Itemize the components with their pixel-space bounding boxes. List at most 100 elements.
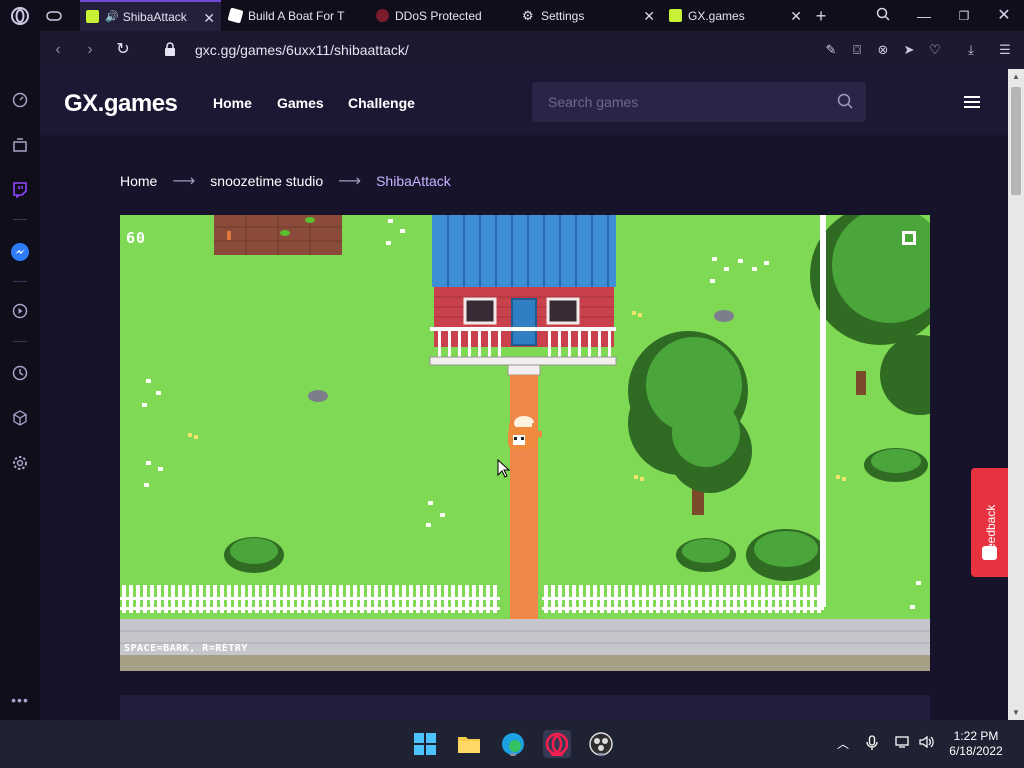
fence-picket (325, 585, 329, 613)
snapshot-camera-icon[interactable]: ⌼ (848, 41, 866, 59)
settings-gear-icon[interactable] (8, 451, 32, 475)
easy-setup-icon[interactable]: ☰ (996, 41, 1014, 59)
scroll-up-icon[interactable]: ▲ (1012, 72, 1020, 81)
player-icon[interactable] (8, 299, 32, 323)
nav-home[interactable]: Home (213, 95, 252, 111)
adblock-icon[interactable]: ⊗ (874, 41, 892, 59)
network-icon[interactable] (894, 735, 912, 753)
close-window-icon[interactable]: ✕ (994, 6, 1014, 26)
fence-picket (297, 585, 301, 613)
fence-picket (768, 585, 772, 613)
gx-games-favicon-icon (86, 10, 99, 23)
fence-picket (593, 585, 597, 613)
forward-arrow-icon[interactable]: › (80, 40, 100, 60)
fence-picket (465, 585, 469, 613)
fence-picket (332, 585, 336, 613)
restore-window-icon[interactable]: ❐ (954, 6, 974, 26)
audio-playing-icon[interactable]: 🔊 (105, 10, 119, 23)
tab-shibaattack[interactable]: 🔊 ShibaAttack ✕ (80, 0, 221, 31)
scroll-thumb[interactable] (1011, 87, 1021, 195)
tab-ddos-protected[interactable]: DDoS Protected (370, 0, 514, 31)
system-clock[interactable]: 1:22 PM 6/18/2022 (946, 729, 1006, 759)
fence-picket (143, 585, 147, 613)
twitch-icon[interactable] (8, 178, 32, 202)
more-options-icon[interactable]: ••• (8, 688, 32, 712)
fence-picket (178, 585, 182, 613)
close-tab-icon[interactable]: ✕ (643, 8, 655, 25)
gear-icon: ⚙ (522, 8, 534, 23)
opera-gx-taskbar-icon[interactable] (543, 730, 571, 758)
game-canvas[interactable]: 60 SPACE=BARK, R=RETRY (120, 215, 930, 671)
bush (746, 529, 826, 581)
rock (308, 390, 328, 402)
fence-picket (255, 585, 259, 613)
search-input[interactable] (548, 92, 818, 112)
menu-hamburger-icon[interactable] (964, 96, 980, 108)
fence-picket (423, 585, 427, 613)
reload-icon[interactable]: ↻ (113, 40, 133, 60)
fence-picket (719, 585, 723, 613)
fence-picket (579, 585, 583, 613)
scroll-down-icon[interactable]: ▼ (1012, 708, 1020, 717)
url-field[interactable]: gxc.gg/games/6uxx11/shibaattack/ (195, 42, 409, 58)
new-tab-plus-icon[interactable]: + (811, 6, 831, 26)
tab-settings[interactable]: ⚙ Settings ✕ (516, 0, 661, 31)
send-icon[interactable]: ➤ (900, 41, 918, 59)
fence-picket (810, 585, 814, 613)
fullscreen-icon[interactable] (902, 231, 916, 245)
oak-tree (628, 331, 752, 515)
page-scrollbar[interactable]: ▲ ▼ (1008, 69, 1024, 720)
fence-picket (712, 585, 716, 613)
gx-corner-icon[interactable] (8, 133, 32, 157)
microphone-icon[interactable] (863, 735, 881, 753)
feedback-button[interactable]: Feedback (971, 468, 1008, 577)
tab-build-a-boat[interactable]: Build A Boat For T (223, 0, 368, 31)
search-tabs-icon[interactable] (873, 6, 893, 26)
side-fence (820, 215, 826, 607)
ddos-favicon-icon (376, 9, 389, 22)
speed-dial-icon[interactable] (8, 88, 32, 112)
breadcrumb-studio[interactable]: snoozetime studio (210, 173, 323, 189)
opera-gx-logo-icon[interactable] (8, 4, 32, 28)
fence-picket (586, 585, 590, 613)
nav-challenge[interactable]: Challenge (348, 95, 415, 111)
breadcrumb-home[interactable]: Home (120, 173, 157, 189)
feedback-smiley-icon (982, 546, 997, 560)
fence-picket (684, 585, 688, 613)
fence-picket (558, 585, 562, 613)
close-tab-icon[interactable]: ✕ (203, 10, 215, 27)
tab-gx-games[interactable]: GX.games ✕ (663, 0, 808, 31)
fence-picket (311, 585, 315, 613)
fence-picket (374, 585, 378, 613)
search-icon[interactable] (837, 93, 854, 110)
obs-icon[interactable] (587, 730, 615, 758)
bush (676, 538, 736, 572)
download-icon[interactable]: ⤓ (962, 41, 980, 59)
back-arrow-icon[interactable]: ‹ (48, 40, 68, 60)
extensions-cube-icon[interactable] (8, 406, 32, 430)
fence-picket (691, 585, 695, 613)
volume-speaker-icon[interactable] (918, 735, 936, 753)
fence-picket (789, 585, 793, 613)
history-clock-icon[interactable] (8, 361, 32, 385)
fence-picket (227, 585, 231, 613)
show-hidden-icons-chevron-icon[interactable]: ︿ (834, 735, 852, 753)
close-tab-icon[interactable]: ✕ (790, 8, 802, 25)
nav-games[interactable]: Games (277, 95, 324, 111)
windows-start-icon[interactable] (411, 730, 439, 758)
fence-picket (185, 585, 189, 613)
edit-icon[interactable]: ✎ (822, 41, 840, 59)
fence-picket (192, 585, 196, 613)
messenger-icon[interactable] (8, 240, 32, 264)
fence-picket (248, 585, 252, 613)
tab-gx-control[interactable] (40, 0, 80, 31)
gx-games-logo[interactable]: GX.games (64, 90, 178, 118)
fence-picket (437, 585, 441, 613)
file-explorer-icon[interactable] (455, 730, 483, 758)
lock-icon[interactable] (164, 42, 176, 56)
bookmark-heart-icon[interactable]: ♡ (926, 41, 944, 59)
minimize-window-icon[interactable]: — (914, 6, 934, 26)
arrow-right-icon: ⟶ (172, 173, 196, 190)
carrot (227, 231, 231, 240)
edge-browser-icon[interactable] (499, 730, 527, 758)
